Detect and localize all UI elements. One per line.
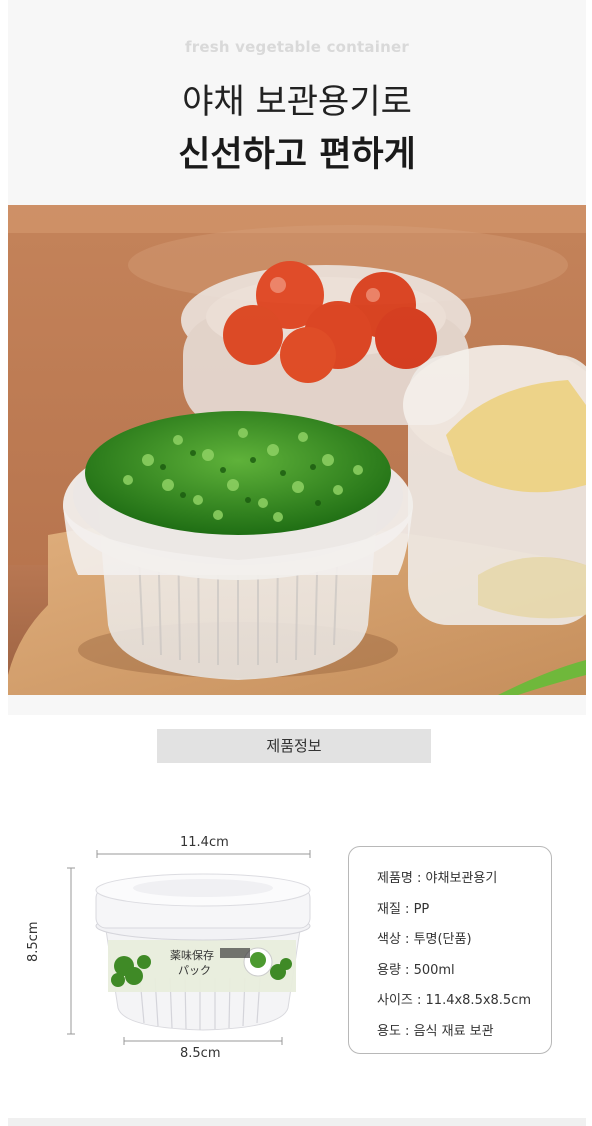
section-label: 제품정보	[157, 729, 431, 763]
spec-capacity: 용량 : 500ml	[377, 962, 455, 978]
product-photo-illustration	[8, 205, 586, 695]
container-diagram: 薬味保存 パック	[67, 850, 311, 1045]
product-photo	[8, 205, 586, 695]
dimension-height: 8.5cm	[26, 921, 41, 963]
spec-product-name: 제품명 : 야채보관용기	[377, 871, 498, 886]
spec-size: 사이즈 : 11.4x8.5x8.5cm	[377, 993, 532, 1008]
header: fresh vegetable container 야채 보관용기로 신선하고 …	[8, 0, 586, 205]
spec-material: 재질 : PP	[377, 901, 430, 917]
title-line-1: 야채 보관용기로	[182, 82, 412, 122]
eyebrow-text: fresh vegetable container	[185, 38, 409, 56]
spec-color: 색상 : 투명(단품)	[377, 932, 472, 947]
spec-usage: 용도 : 음식 재료 보관	[377, 1023, 494, 1039]
bottom-strip	[8, 1118, 586, 1126]
info-area-top-band	[8, 695, 586, 715]
spec-box: 제품명 : 야채보관용기 재질 : PP 색상 : 투명(단품) 용량 : 50…	[348, 846, 552, 1054]
package-label-line1: 薬味保存	[170, 948, 214, 962]
package-label-line2: パック	[178, 964, 211, 977]
title-line-2: 신선하고 편하게	[178, 135, 416, 175]
dimension-width-bottom: 8.5cm	[180, 1046, 221, 1061]
